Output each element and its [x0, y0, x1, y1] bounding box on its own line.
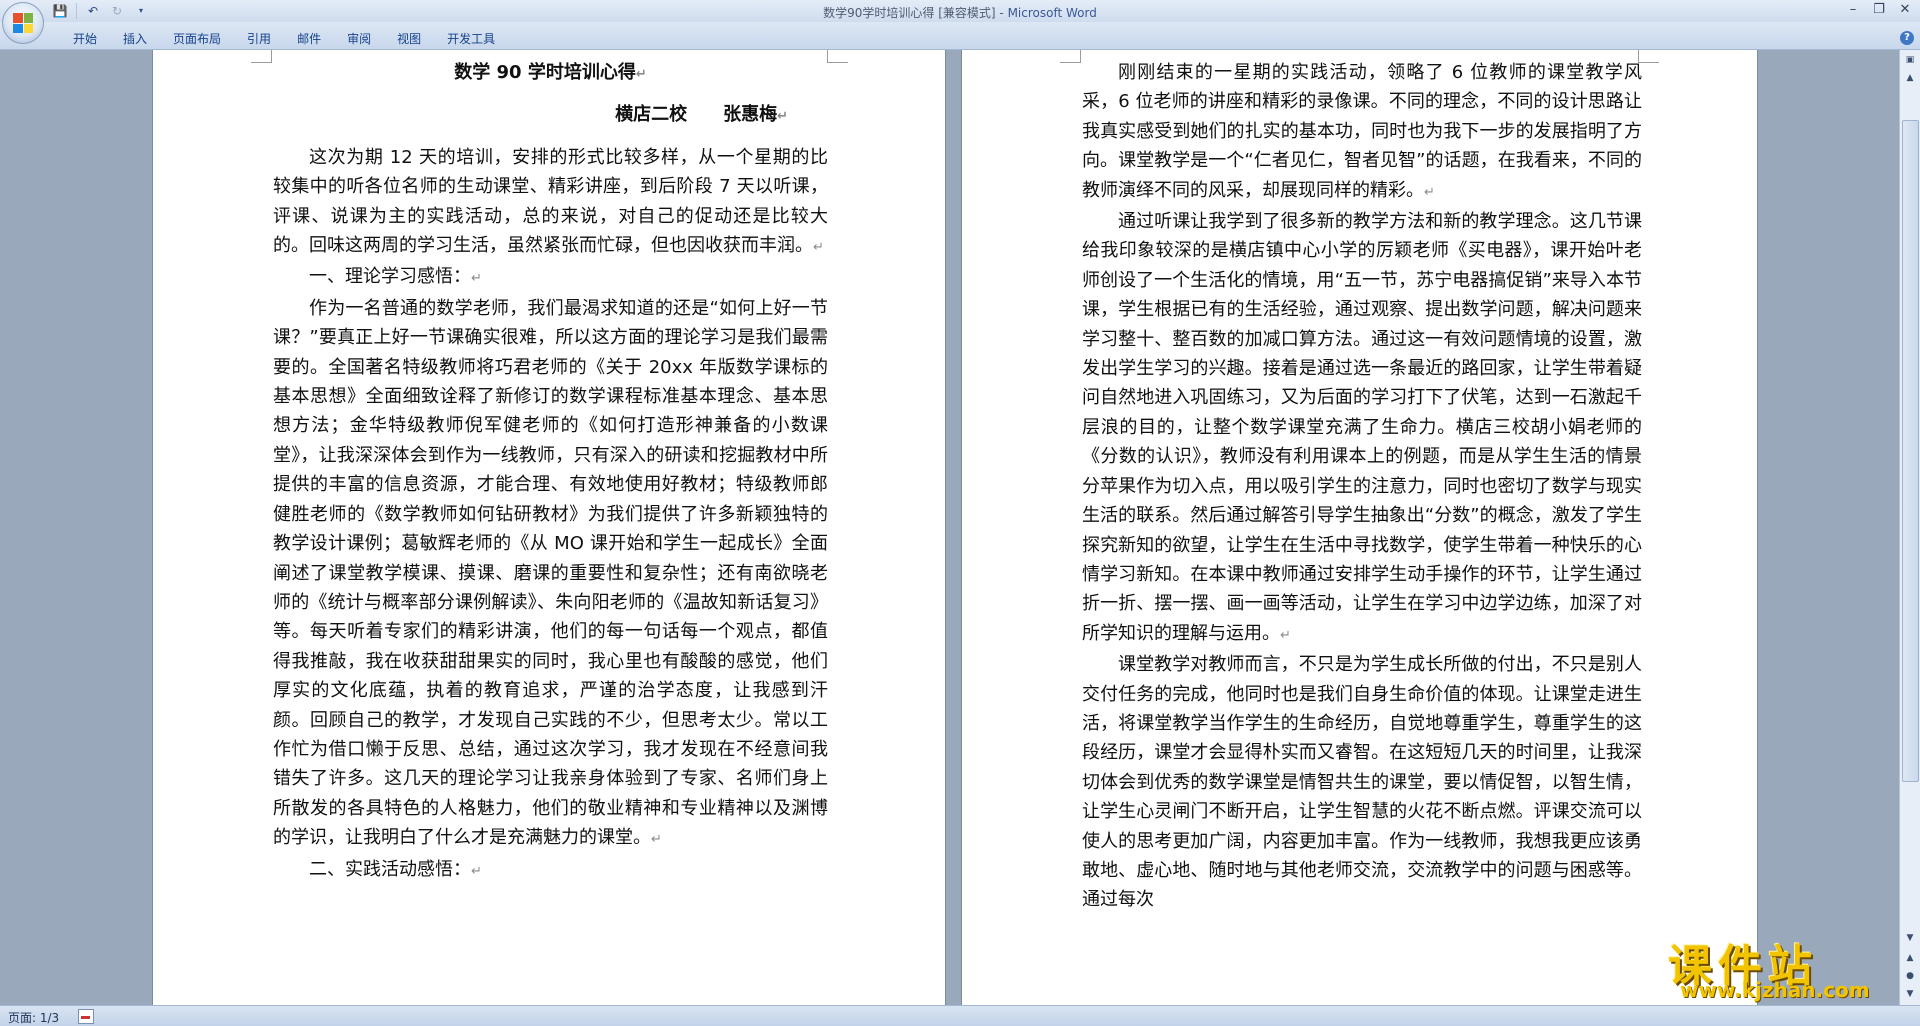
- window-title: 数学90学时培训心得 [兼容模式] - Microsoft Word: [0, 4, 1920, 21]
- help-icon[interactable]: ?: [1900, 31, 1914, 45]
- scroll-up-icon[interactable]: ▲: [1902, 70, 1918, 86]
- paragraph: 通过听课让我学到了很多新的教学方法和新的教学理念。这几节课给我印象较深的是横店镇…: [1082, 211, 1642, 644]
- paragraph: 作为一名普通的数学老师，我们最渴求知道的还是“如何上好一节课？”要真正上好一节课…: [273, 297, 828, 849]
- vertical-scrollbar[interactable]: ▣ ▲ ▼ ▲ ● ▼: [1899, 50, 1920, 1005]
- proofing-status-icon[interactable]: [78, 1009, 94, 1024]
- margin-corner-mark: [827, 50, 848, 63]
- tab-insert[interactable]: 插入: [110, 30, 160, 47]
- tab-developer[interactable]: 开发工具: [434, 30, 508, 47]
- office-logo-icon: [13, 13, 33, 33]
- watermark-url: www.kjzhan.com: [1680, 978, 1870, 1002]
- paragraph: 刚刚结束的一星期的实践活动，领略了 6 位教师的课堂教学风采，6 位老师的讲座和…: [1082, 62, 1642, 201]
- site-watermark: 课件站 www.kjzhan.com: [1668, 930, 1904, 1002]
- page-1-content[interactable]: 数学 90 学时培训心得↵ 横店二校 张惠梅↵ 这次为期 12 天的培训，安排的…: [273, 58, 828, 886]
- ribbon-tab-bar: 开始 插入 页面布局 引用 邮件 审阅 视图 开发工具 ?: [0, 22, 1920, 50]
- document-title: 数学 90 学时培训心得↵: [454, 62, 647, 83]
- office-button[interactable]: [2, 2, 44, 44]
- scroll-down-icon[interactable]: ▼: [1902, 930, 1918, 946]
- restore-icon[interactable]: ❐: [1866, 0, 1892, 20]
- window-controls: – ❐ ✕: [1840, 0, 1918, 20]
- tab-review[interactable]: 审阅: [334, 30, 384, 47]
- title-bar: 💾 ↶ ↻ ▾ 数学90学时培训心得 [兼容模式] - Microsoft Wo…: [0, 0, 1920, 22]
- tab-page-layout[interactable]: 页面布局: [160, 30, 234, 47]
- minimize-icon[interactable]: –: [1840, 0, 1866, 20]
- ruler-toggle-icon[interactable]: ▣: [1902, 52, 1918, 68]
- section-heading: 一、理论学习感悟：↵: [309, 266, 482, 288]
- scrollbar-thumb[interactable]: [1902, 120, 1919, 782]
- paragraph: 这次为期 12 天的培训，安排的形式比较多样，从一个星期的比较集中的听各位名师的…: [273, 146, 828, 257]
- status-bar: 页面: 1/3: [0, 1005, 1920, 1026]
- tab-view[interactable]: 视图: [384, 30, 434, 47]
- tab-references[interactable]: 引用: [234, 30, 284, 47]
- document-title-text: 数学90学时培训心得 [兼容模式] -: [823, 6, 1008, 20]
- tab-mailings[interactable]: 邮件: [284, 30, 334, 47]
- previous-page-icon[interactable]: ▲: [1902, 950, 1918, 966]
- section-heading: 二、实践活动感悟：↵: [309, 858, 482, 880]
- page-2-content[interactable]: 刚刚结束的一星期的实践活动，领略了 6 位教师的课堂教学风采，6 位老师的讲座和…: [1082, 58, 1642, 915]
- margin-corner-mark: [1060, 50, 1081, 63]
- ribbon-tabs: 开始 插入 页面布局 引用 邮件 审阅 视图 开发工具: [60, 30, 508, 47]
- paragraph: 课堂教学对教师而言，不只是为学生成长所做的付出，不只是别人交付任务的完成，他同时…: [1082, 654, 1642, 911]
- close-icon[interactable]: ✕: [1892, 0, 1918, 20]
- browse-object-icon[interactable]: ●: [1902, 968, 1918, 984]
- document-area: 数学 90 学时培训心得↵ 横店二校 张惠梅↵ 这次为期 12 天的培训，安排的…: [0, 50, 1900, 1005]
- document-page-2[interactable]: 刚刚结束的一星期的实践活动，领略了 6 位教师的课堂教学风采，6 位老师的讲座和…: [962, 50, 1757, 1005]
- tab-home[interactable]: 开始: [60, 30, 110, 47]
- document-author: 横店二校 张惠梅↵: [615, 104, 788, 126]
- page-count[interactable]: 页面: 1/3: [8, 1009, 59, 1026]
- next-page-icon[interactable]: ▼: [1902, 986, 1918, 1002]
- document-page-1[interactable]: 数学 90 学时培训心得↵ 横店二校 张惠梅↵ 这次为期 12 天的培训，安排的…: [153, 50, 945, 1005]
- app-name: Microsoft Word: [1007, 6, 1097, 20]
- margin-corner-mark: [251, 50, 272, 63]
